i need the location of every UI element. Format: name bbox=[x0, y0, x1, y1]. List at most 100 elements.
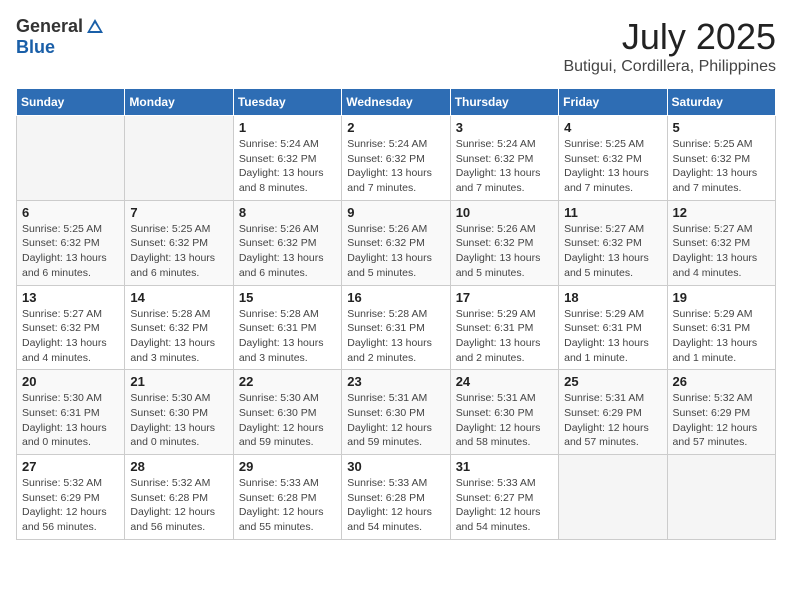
day-info: Sunrise: 5:31 AMSunset: 6:30 PMDaylight:… bbox=[456, 391, 553, 450]
calendar-day-cell: 11 Sunrise: 5:27 AMSunset: 6:32 PMDayligh… bbox=[559, 200, 667, 285]
calendar-day-cell: 14 Sunrise: 5:28 AMSunset: 6:32 PMDayligh… bbox=[125, 285, 233, 370]
day-number: 27 bbox=[22, 459, 119, 474]
calendar-day-cell: 6 Sunrise: 5:25 AMSunset: 6:32 PMDaylight… bbox=[17, 200, 125, 285]
day-number: 14 bbox=[130, 290, 227, 305]
day-number: 13 bbox=[22, 290, 119, 305]
day-info: Sunrise: 5:29 AMSunset: 6:31 PMDaylight:… bbox=[456, 307, 553, 366]
day-number: 29 bbox=[239, 459, 336, 474]
day-number: 24 bbox=[456, 374, 553, 389]
day-number: 15 bbox=[239, 290, 336, 305]
day-info: Sunrise: 5:33 AMSunset: 6:28 PMDaylight:… bbox=[239, 476, 336, 535]
day-number: 6 bbox=[22, 205, 119, 220]
weekday-header: Tuesday bbox=[233, 89, 341, 116]
day-info: Sunrise: 5:26 AMSunset: 6:32 PMDaylight:… bbox=[456, 222, 553, 281]
calendar-day-cell: 21 Sunrise: 5:30 AMSunset: 6:30 PMDayligh… bbox=[125, 370, 233, 455]
calendar-day-cell: 25Sunrise: 5:31 AMSunset: 6:29 PMDayligh… bbox=[559, 370, 667, 455]
calendar-day-cell bbox=[17, 116, 125, 201]
day-info: Sunrise: 5:24 AMSunset: 6:32 PMDaylight:… bbox=[347, 137, 444, 196]
day-number: 12 bbox=[673, 205, 770, 220]
day-number: 25 bbox=[564, 374, 661, 389]
weekday-header: Saturday bbox=[667, 89, 775, 116]
day-number: 30 bbox=[347, 459, 444, 474]
calendar-day-cell: 7 Sunrise: 5:25 AMSunset: 6:32 PMDaylight… bbox=[125, 200, 233, 285]
day-number: 26 bbox=[673, 374, 770, 389]
calendar: SundayMondayTuesdayWednesdayThursdayFrid… bbox=[16, 88, 776, 540]
day-info: Sunrise: 5:30 AMSunset: 6:30 PMDaylight:… bbox=[130, 391, 227, 450]
calendar-day-cell: 13Sunrise: 5:27 AMSunset: 6:32 PMDayligh… bbox=[17, 285, 125, 370]
weekday-header: Monday bbox=[125, 89, 233, 116]
location-title: Butigui, Cordillera, Philippines bbox=[563, 58, 776, 76]
calendar-week-row: 20Sunrise: 5:30 AMSunset: 6:31 PMDayligh… bbox=[17, 370, 776, 455]
day-number: 31 bbox=[456, 459, 553, 474]
day-info: Sunrise: 5:27 AMSunset: 6:32 PMDaylight:… bbox=[673, 222, 770, 281]
weekday-header: Wednesday bbox=[342, 89, 450, 116]
calendar-day-cell: 2 Sunrise: 5:24 AMSunset: 6:32 PMDaylight… bbox=[342, 116, 450, 201]
day-number: 9 bbox=[347, 205, 444, 220]
day-number: 1 bbox=[239, 120, 336, 135]
weekday-header: Friday bbox=[559, 89, 667, 116]
calendar-day-cell: 16Sunrise: 5:28 AMSunset: 6:31 PMDayligh… bbox=[342, 285, 450, 370]
calendar-day-cell: 17 Sunrise: 5:29 AMSunset: 6:31 PMDayligh… bbox=[450, 285, 558, 370]
day-info: Sunrise: 5:28 AMSunset: 6:31 PMDaylight:… bbox=[239, 307, 336, 366]
day-info: Sunrise: 5:31 AMSunset: 6:30 PMDaylight:… bbox=[347, 391, 444, 450]
day-info: Sunrise: 5:29 AMSunset: 6:31 PMDaylight:… bbox=[673, 307, 770, 366]
calendar-day-cell: 27 Sunrise: 5:32 AMSunset: 6:29 PMDayligh… bbox=[17, 455, 125, 540]
calendar-day-cell: 4 Sunrise: 5:25 AMSunset: 6:32 PMDaylight… bbox=[559, 116, 667, 201]
calendar-day-cell: 18 Sunrise: 5:29 AMSunset: 6:31 PMDayligh… bbox=[559, 285, 667, 370]
weekday-header: Sunday bbox=[17, 89, 125, 116]
calendar-day-cell: 8Sunrise: 5:26 AMSunset: 6:32 PMDaylight… bbox=[233, 200, 341, 285]
calendar-day-cell: 23 Sunrise: 5:31 AMSunset: 6:30 PMDayligh… bbox=[342, 370, 450, 455]
weekday-header: Thursday bbox=[450, 89, 558, 116]
day-number: 10 bbox=[456, 205, 553, 220]
day-info: Sunrise: 5:27 AMSunset: 6:32 PMDaylight:… bbox=[564, 222, 661, 281]
day-info: Sunrise: 5:24 AMSunset: 6:32 PMDaylight:… bbox=[239, 137, 336, 196]
calendar-day-cell bbox=[667, 455, 775, 540]
day-info: Sunrise: 5:24 AMSunset: 6:32 PMDaylight:… bbox=[456, 137, 553, 196]
calendar-day-cell: 10 Sunrise: 5:26 AMSunset: 6:32 PMDayligh… bbox=[450, 200, 558, 285]
calendar-day-cell: 9 Sunrise: 5:26 AMSunset: 6:32 PMDaylight… bbox=[342, 200, 450, 285]
logo-blue: Blue bbox=[16, 37, 55, 58]
calendar-day-cell: 5Sunrise: 5:25 AMSunset: 6:32 PMDaylight… bbox=[667, 116, 775, 201]
calendar-day-cell bbox=[559, 455, 667, 540]
day-number: 21 bbox=[130, 374, 227, 389]
calendar-day-cell: 30Sunrise: 5:33 AMSunset: 6:28 PMDayligh… bbox=[342, 455, 450, 540]
day-info: Sunrise: 5:32 AMSunset: 6:29 PMDaylight:… bbox=[22, 476, 119, 535]
calendar-week-row: 13Sunrise: 5:27 AMSunset: 6:32 PMDayligh… bbox=[17, 285, 776, 370]
day-info: Sunrise: 5:29 AMSunset: 6:31 PMDaylight:… bbox=[564, 307, 661, 366]
title-section: July 2025 Butigui, Cordillera, Philippin… bbox=[563, 16, 776, 76]
day-info: Sunrise: 5:26 AMSunset: 6:32 PMDaylight:… bbox=[239, 222, 336, 281]
day-info: Sunrise: 5:30 AMSunset: 6:30 PMDaylight:… bbox=[239, 391, 336, 450]
day-number: 19 bbox=[673, 290, 770, 305]
day-info: Sunrise: 5:28 AMSunset: 6:32 PMDaylight:… bbox=[130, 307, 227, 366]
day-info: Sunrise: 5:33 AMSunset: 6:27 PMDaylight:… bbox=[456, 476, 553, 535]
day-number: 5 bbox=[673, 120, 770, 135]
day-info: Sunrise: 5:32 AMSunset: 6:29 PMDaylight:… bbox=[673, 391, 770, 450]
calendar-day-cell: 31 Sunrise: 5:33 AMSunset: 6:27 PMDayligh… bbox=[450, 455, 558, 540]
calendar-header-row: SundayMondayTuesdayWednesdayThursdayFrid… bbox=[17, 89, 776, 116]
day-info: Sunrise: 5:25 AMSunset: 6:32 PMDaylight:… bbox=[130, 222, 227, 281]
logo: General Blue bbox=[16, 16, 105, 58]
day-number: 18 bbox=[564, 290, 661, 305]
day-number: 16 bbox=[347, 290, 444, 305]
day-number: 2 bbox=[347, 120, 444, 135]
day-info: Sunrise: 5:32 AMSunset: 6:28 PMDaylight:… bbox=[130, 476, 227, 535]
calendar-day-cell: 1 Sunrise: 5:24 AMSunset: 6:32 PMDaylight… bbox=[233, 116, 341, 201]
calendar-week-row: 6 Sunrise: 5:25 AMSunset: 6:32 PMDaylight… bbox=[17, 200, 776, 285]
calendar-day-cell: 15 Sunrise: 5:28 AMSunset: 6:31 PMDayligh… bbox=[233, 285, 341, 370]
day-info: Sunrise: 5:26 AMSunset: 6:32 PMDaylight:… bbox=[347, 222, 444, 281]
day-number: 28 bbox=[130, 459, 227, 474]
page-header: General Blue July 2025 Butigui, Cordille… bbox=[16, 16, 776, 76]
day-number: 4 bbox=[564, 120, 661, 135]
day-number: 17 bbox=[456, 290, 553, 305]
day-info: Sunrise: 5:25 AMSunset: 6:32 PMDaylight:… bbox=[22, 222, 119, 281]
calendar-day-cell: 26 Sunrise: 5:32 AMSunset: 6:29 PMDayligh… bbox=[667, 370, 775, 455]
day-info: Sunrise: 5:30 AMSunset: 6:31 PMDaylight:… bbox=[22, 391, 119, 450]
calendar-day-cell: 3 Sunrise: 5:24 AMSunset: 6:32 PMDaylight… bbox=[450, 116, 558, 201]
logo-general: General bbox=[16, 16, 83, 37]
day-info: Sunrise: 5:25 AMSunset: 6:32 PMDaylight:… bbox=[564, 137, 661, 196]
day-number: 11 bbox=[564, 205, 661, 220]
day-number: 7 bbox=[130, 205, 227, 220]
day-number: 23 bbox=[347, 374, 444, 389]
calendar-day-cell: 22Sunrise: 5:30 AMSunset: 6:30 PMDayligh… bbox=[233, 370, 341, 455]
day-number: 3 bbox=[456, 120, 553, 135]
